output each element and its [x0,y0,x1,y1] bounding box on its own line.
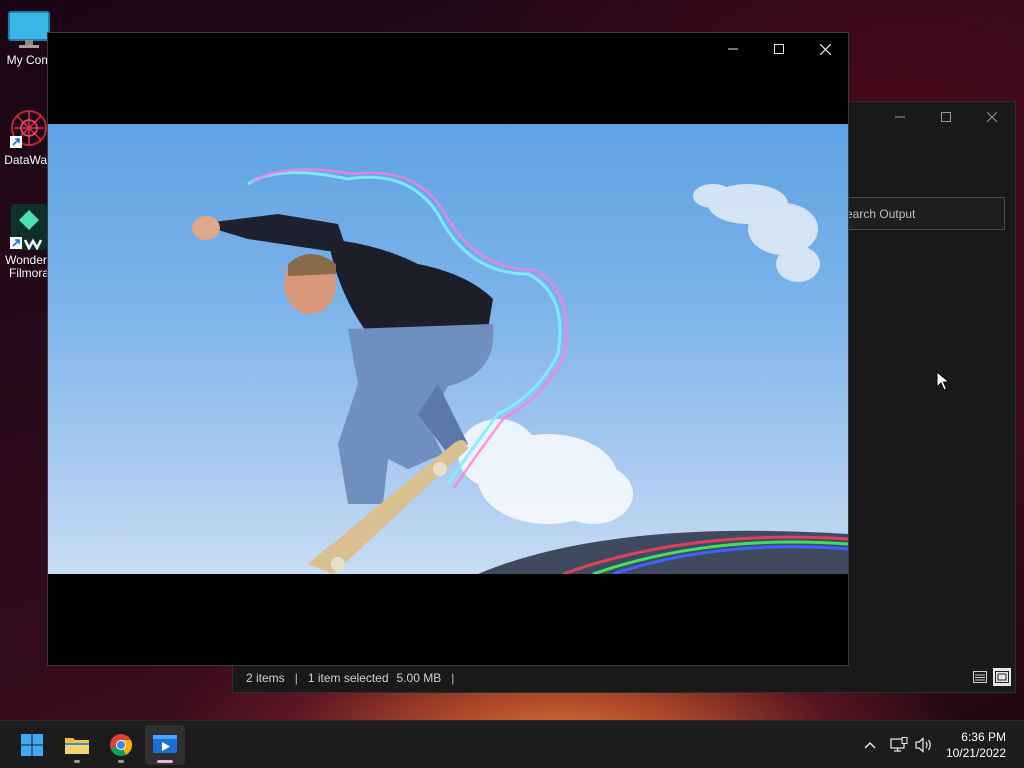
video-frame[interactable] [48,124,848,574]
status-item-count: 2 items [246,671,285,685]
clock-date: 10/21/2022 [945,746,1006,760]
status-bar: 2 items | 1 item selected 5.00 MB | [233,664,1015,692]
skater-arm [198,214,348,254]
volume-button[interactable] [912,721,936,768]
chevron-up-icon [864,742,876,749]
details-view-icon [973,671,987,683]
taskbar: 6:36 PM 10/21/2022 [0,720,1024,768]
running-indicator [157,760,173,763]
filmora-app-icon [10,204,47,250]
maximize-icon [774,44,784,54]
video-image [192,168,848,574]
search-placeholder: Search Output [838,206,916,221]
network-button[interactable] [886,721,912,768]
close-button[interactable] [802,33,848,65]
large-icons-view-icon [995,671,1009,683]
status-selected: 1 item selected [307,671,389,685]
close-icon [819,43,831,55]
maximize-button[interactable] [923,102,969,132]
media-player-icon [153,735,177,753]
chrome-icon [110,734,133,756]
cloud-shape [693,184,820,282]
network-icon [890,737,908,752]
running-indicator [74,760,80,763]
search-input[interactable]: Search Output [829,197,1005,230]
large-icons-view-button[interactable] [993,668,1011,686]
skater-hand [192,216,220,240]
media-player-window[interactable] [47,32,849,666]
minimize-button[interactable] [877,102,923,132]
datawag-app-icon [10,110,47,148]
explorer-caption-buttons [877,102,1015,132]
running-indicator [118,760,124,763]
taskbar-file-explorer[interactable] [57,725,97,765]
start-icon [21,734,43,756]
view-toggle-group [971,668,1011,686]
start-button[interactable] [12,725,52,765]
taskbar-chrome[interactable] [101,725,141,765]
file-explorer-icon [65,738,89,754]
clock[interactable]: 6:36 PM 10/21/2022 [946,729,1006,761]
minimize-icon [728,48,738,50]
minimize-icon [895,116,905,118]
speaker-icon [915,737,931,753]
details-view-button[interactable] [971,668,989,686]
status-separator: | [451,671,455,685]
player-caption-buttons [710,33,848,65]
clock-time: 6:36 PM [961,730,1006,744]
mouse-cursor-icon [936,371,950,391]
maximize-button[interactable] [756,33,802,65]
status-separator: | [294,671,298,685]
minimize-button[interactable] [710,33,756,65]
taskbar-media-player[interactable] [145,725,185,765]
monitor-icon [8,11,50,48]
skateboard [308,440,468,574]
close-icon [987,112,997,122]
status-size: 5.00 MB [396,671,442,685]
close-button[interactable] [969,102,1015,132]
show-hidden-icons-button[interactable] [858,721,882,768]
maximize-icon [941,112,951,122]
